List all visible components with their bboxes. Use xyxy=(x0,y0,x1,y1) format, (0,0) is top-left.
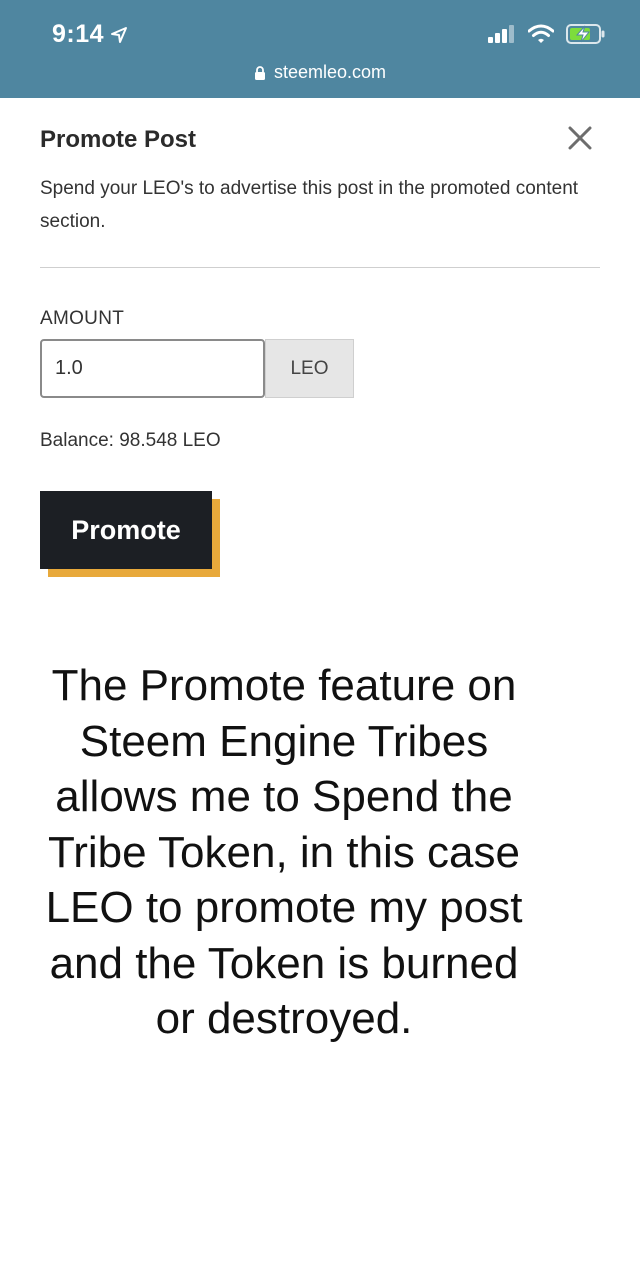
currency-unit: LEO xyxy=(265,339,354,398)
amount-label: AMOUNT xyxy=(40,308,125,329)
status-time-group: 9:14 xyxy=(52,20,128,49)
status-icons xyxy=(488,24,606,44)
amount-input[interactable] xyxy=(40,339,265,398)
modal-description: Spend your LEO's to advertise this post … xyxy=(40,178,579,232)
lock-icon xyxy=(254,65,265,80)
close-icon xyxy=(568,126,592,150)
divider xyxy=(40,267,600,268)
close-button[interactable] xyxy=(566,124,594,152)
cellular-signal-icon xyxy=(488,25,514,43)
url-text: steemleo.com xyxy=(273,62,387,82)
location-arrow-icon xyxy=(111,26,128,43)
caption-overlay-text: The Promote feature on Steem Engine Trib… xyxy=(45,661,523,1043)
promote-button[interactable]: Promote xyxy=(40,491,212,569)
wifi-icon xyxy=(528,24,554,43)
address-bar[interactable]: steemleo.com xyxy=(0,62,640,83)
ios-status-bar: 9:14 steemleo.com xyxy=(0,0,640,98)
modal-title: Promote Post xyxy=(40,126,197,153)
balance-text: Balance: 98.548 LEO xyxy=(40,430,221,451)
status-time: 9:14 xyxy=(52,20,105,48)
battery-charging-icon xyxy=(566,24,605,44)
